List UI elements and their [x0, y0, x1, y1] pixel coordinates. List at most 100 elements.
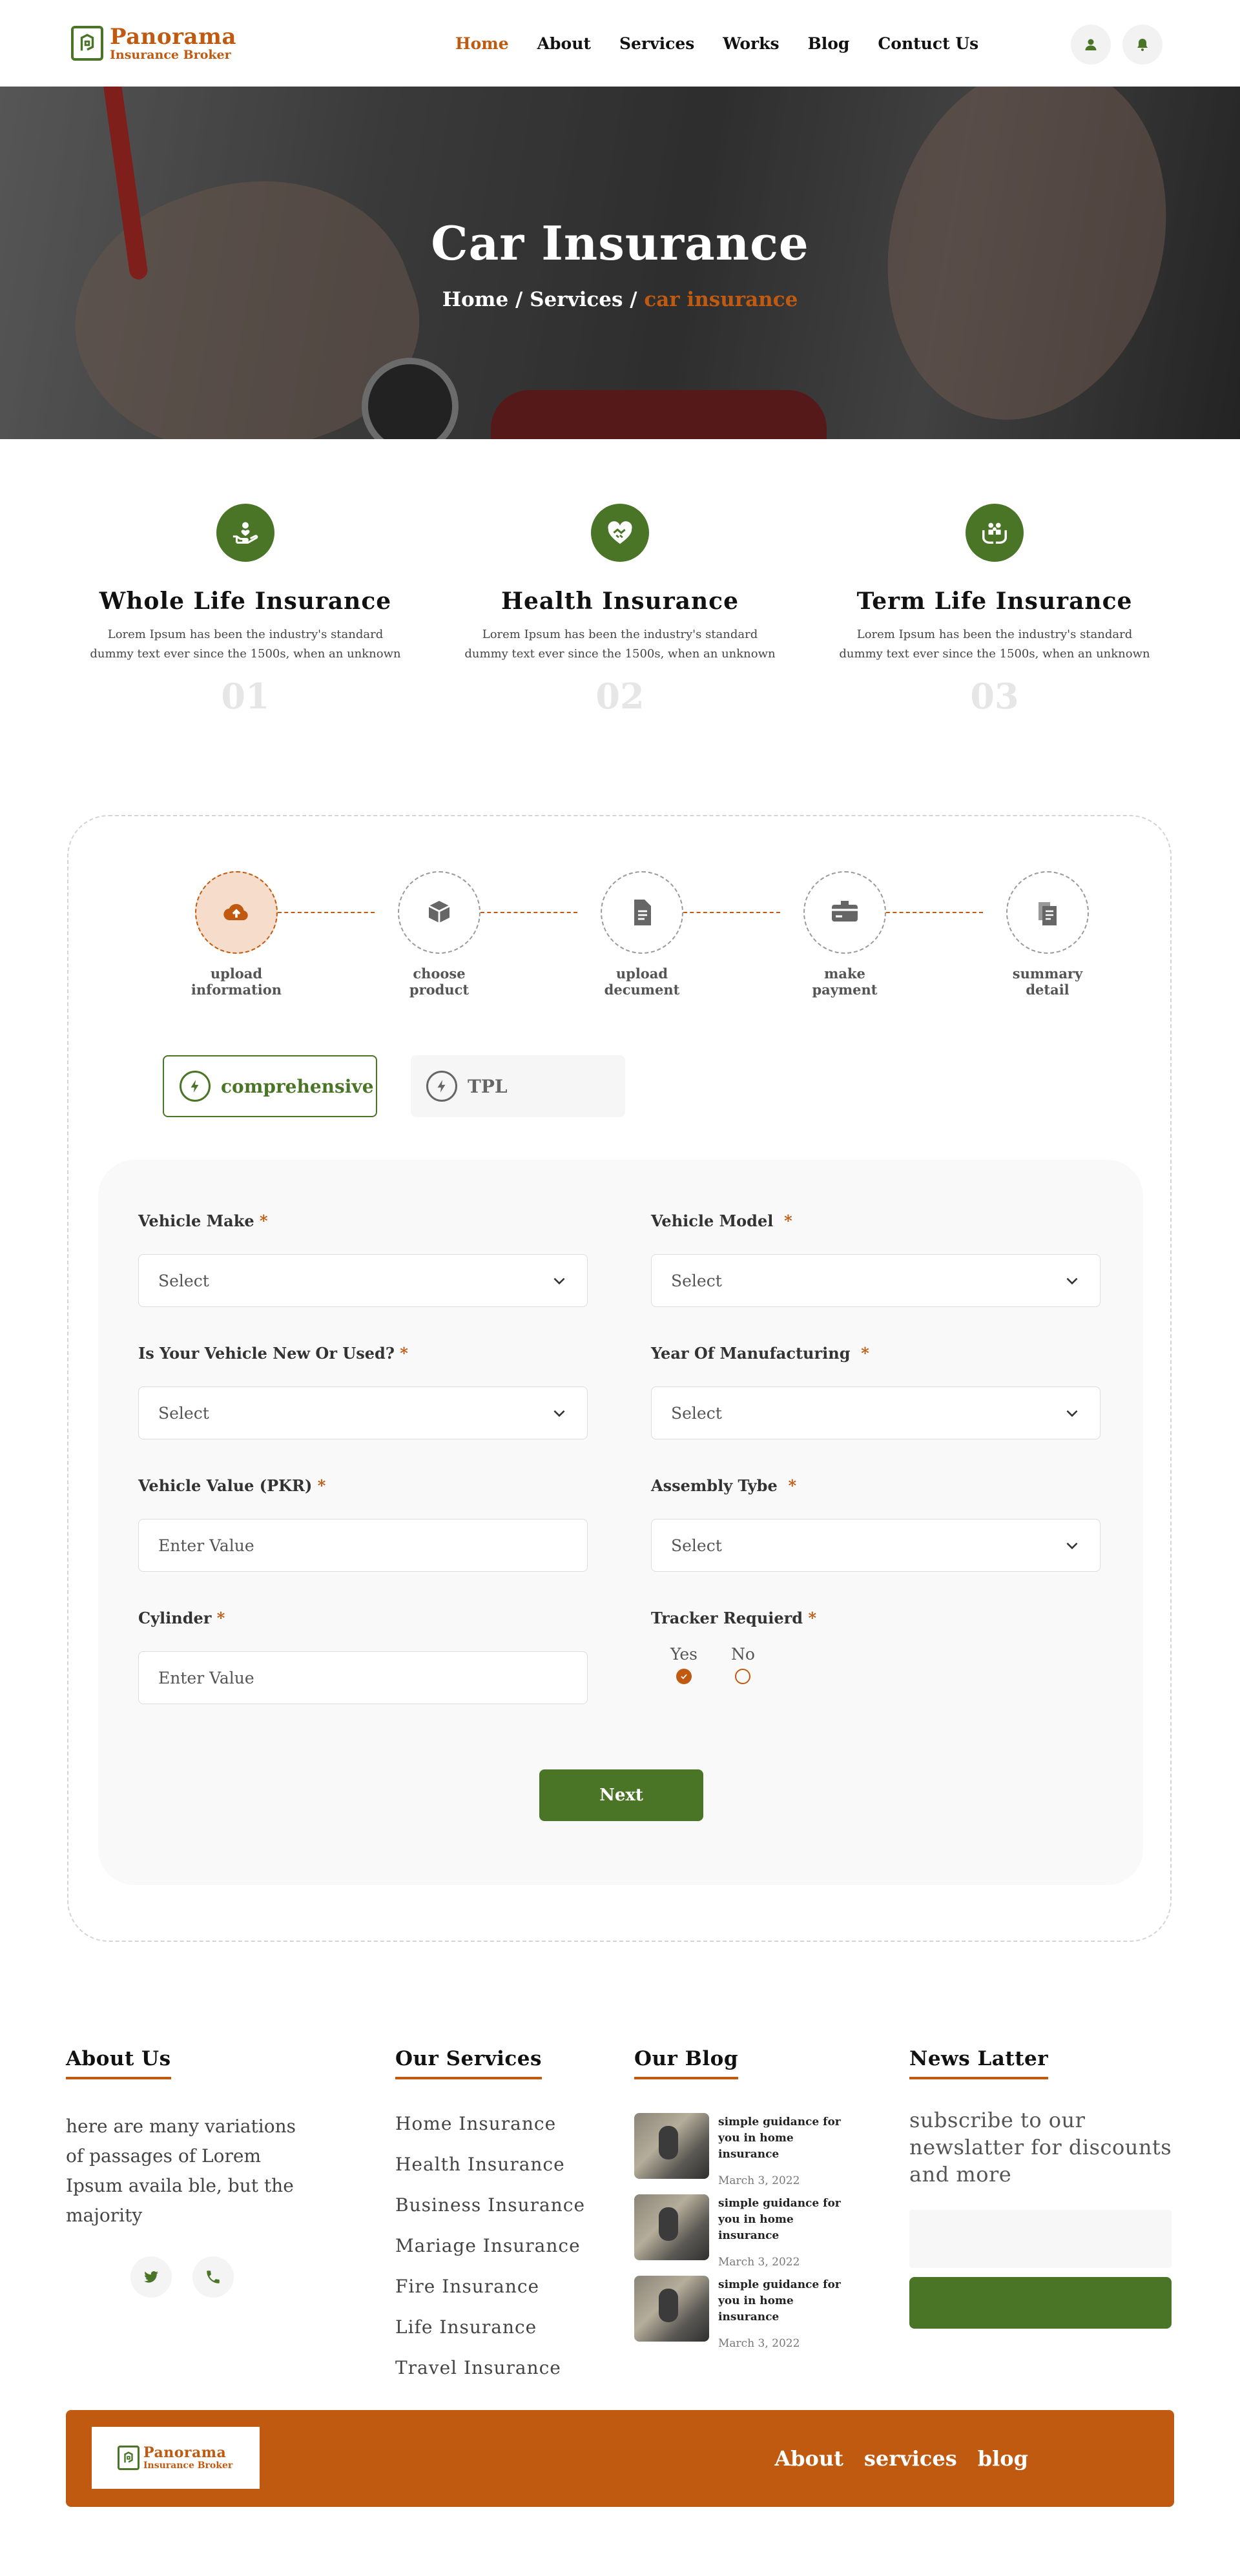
vehicle-make-select[interactable]: Select [138, 1254, 588, 1307]
bolt-circle-icon [180, 1071, 211, 1102]
breadcrumb-services[interactable]: Services [530, 288, 623, 311]
bell-icon[interactable] [1122, 25, 1162, 65]
logo-title: Panorama [143, 2444, 227, 2461]
breadcrumb-home[interactable]: Home [442, 288, 509, 311]
chevron-down-icon [553, 1277, 565, 1285]
new-or-used-field: Is Your Vehicle New Or Used? * Select [138, 1344, 588, 1439]
blog-thumbnail [634, 2276, 709, 2342]
service-link[interactable]: Health Insurance [395, 2154, 585, 2194]
footer-about: About Us here are many variations of pas… [66, 2047, 311, 2298]
feature-desc: dummy text ever since the 1500s, when an… [839, 647, 1150, 661]
logo-mark-icon [71, 26, 103, 61]
service-link[interactable]: Fire Insurance [395, 2276, 585, 2316]
footer-link-services[interactable]: services [864, 2446, 957, 2471]
step-upload-document[interactable]: upload decument [577, 871, 707, 998]
cylinder-input[interactable]: Enter Value [138, 1651, 588, 1704]
assembly-field: Assembly Tybe * Select [651, 1476, 1100, 1572]
blog-post[interactable]: simple guidance for you in home insuranc… [634, 2194, 847, 2276]
cylinder-field: Cylinder * Enter Value [138, 1609, 588, 1704]
tracker-no-radio[interactable]: No [731, 1645, 755, 1684]
nav-contact[interactable]: Contuct Us [878, 34, 978, 53]
footer-heading: News Latter [909, 2047, 1049, 2079]
service-link[interactable]: Life Insurance [395, 2316, 585, 2357]
blog-date: March 3, 2022 [718, 2337, 800, 2350]
service-link[interactable]: Travel Insurance [395, 2357, 585, 2398]
footer-heading: About Us [66, 2047, 171, 2079]
logo-mark-icon [118, 2446, 140, 2470]
feature-title: Whole Life Insurance [99, 588, 392, 615]
logo-tagline: Insurance Broker [110, 47, 231, 62]
nav-works[interactable]: Works [723, 34, 779, 53]
blog-date: March 3, 2022 [718, 2256, 800, 2269]
feature-desc: Lorem Ipsum has been the industry's stan… [482, 628, 758, 641]
service-link[interactable]: Mariage Insurance [395, 2235, 585, 2276]
footer-link-about[interactable]: About [774, 2446, 843, 2471]
nav-blog[interactable]: Blog [808, 34, 850, 53]
breadcrumb: Home / Services / car insurance [442, 288, 798, 311]
footer-logo[interactable]: Panorama Insurance Broker [92, 2427, 260, 2489]
service-link[interactable]: Home Insurance [395, 2113, 585, 2154]
footer-heading: Our Blog [634, 2047, 738, 2079]
features-section: Whole Life Insurance Lorem Ipsum has bee… [0, 439, 1240, 797]
hero-banner: Car Insurance Home / Services / car insu… [0, 87, 1240, 439]
blog-list: simple guidance for you in home insuranc… [634, 2113, 847, 2357]
tab-tpl[interactable]: TPL [411, 1055, 625, 1117]
blog-post[interactable]: simple guidance for you in home insuranc… [634, 2276, 847, 2357]
feature-number: 03 [970, 675, 1019, 717]
main-nav: Home About Services Works Blog Contuct U… [455, 0, 978, 87]
step-choose-product[interactable]: choose product [375, 871, 504, 998]
newsletter-subscribe-button[interactable] [909, 2277, 1172, 2329]
nav-home[interactable]: Home [455, 34, 509, 53]
step-upload-information[interactable]: upload information [172, 871, 301, 998]
coverage-tabs: comprehensive TPL [163, 1055, 625, 1117]
nav-about[interactable]: About [537, 34, 591, 53]
blog-title: simple guidance for you in home insuranc… [718, 2278, 841, 2324]
vehicle-details-form: Vehicle Make * Select Vehicle Model * Se… [98, 1160, 1143, 1885]
tracker-yes-radio[interactable]: Yes [670, 1645, 698, 1684]
card-icon [803, 871, 886, 954]
tab-label: comprehensive [221, 1075, 374, 1097]
cloud-upload-icon [195, 871, 278, 954]
vehicle-value-input[interactable]: Enter Value [138, 1519, 588, 1572]
newsletter-email-input[interactable] [909, 2210, 1172, 2268]
year-select[interactable]: Select [651, 1386, 1100, 1439]
footer-link-blog[interactable]: blog [978, 2446, 1028, 2471]
site-logo[interactable]: Panorama Insurance Broker [71, 26, 236, 61]
service-link[interactable]: Business Insurance [395, 2194, 585, 2235]
feature-title: Health Insurance [501, 588, 739, 615]
footer-services: Our Services Home Insurance Health Insur… [395, 2047, 585, 2398]
new-or-used-select[interactable]: Select [138, 1386, 588, 1439]
year-field: Year Of Manufacturing * Select [651, 1344, 1100, 1439]
blog-thumbnail [634, 2194, 709, 2260]
header-actions [1071, 25, 1162, 65]
progress-steps: upload information choose product upload de… [172, 871, 1089, 1007]
feature-number: 01 [221, 675, 270, 717]
step-make-payment[interactable]: make payment [780, 871, 909, 998]
logo-title: Panorama [110, 23, 237, 50]
feature-desc: dummy text ever since the 1500s, when an… [464, 647, 776, 661]
footer-bottom-bar: Panorama Insurance Broker About services… [66, 2410, 1174, 2507]
bolt-circle-icon [426, 1071, 457, 1102]
nav-services[interactable]: Services [619, 34, 694, 53]
footer-links: About services blog [774, 2410, 1028, 2507]
footer-newsletter: News Latter subscribe to our newslatter … [909, 2047, 1181, 2329]
feature-card: Health Insurance Lorem Ipsum has been th… [439, 504, 801, 717]
chevron-down-icon [1066, 1410, 1078, 1417]
vehicle-model-select[interactable]: Select [651, 1254, 1100, 1307]
assembly-select[interactable]: Select [651, 1519, 1100, 1572]
step-summary-detail[interactable]: summary detail [983, 871, 1112, 998]
feature-desc: Lorem Ipsum has been the industry's stan… [856, 628, 1133, 641]
twitter-icon[interactable] [130, 2256, 172, 2298]
radio-empty-icon [735, 1669, 751, 1684]
footer-blog: Our Blog simple guidance for you in home… [634, 2047, 847, 2357]
feature-number: 02 [595, 675, 645, 717]
tab-comprehensive[interactable]: comprehensive [163, 1055, 377, 1117]
next-button[interactable]: Next [539, 1769, 703, 1821]
blog-post[interactable]: simple guidance for you in home insuranc… [634, 2113, 847, 2194]
phone-icon[interactable] [192, 2256, 234, 2298]
user-icon[interactable] [1071, 25, 1111, 65]
vehicle-model-field: Vehicle Model * Select [651, 1211, 1100, 1307]
feature-title: Term Life Insurance [856, 588, 1133, 615]
page: Panorama Insurance Broker Home About Ser… [0, 0, 1240, 2576]
tracker-field: Tracker Requierd * Yes No [651, 1609, 1100, 1684]
